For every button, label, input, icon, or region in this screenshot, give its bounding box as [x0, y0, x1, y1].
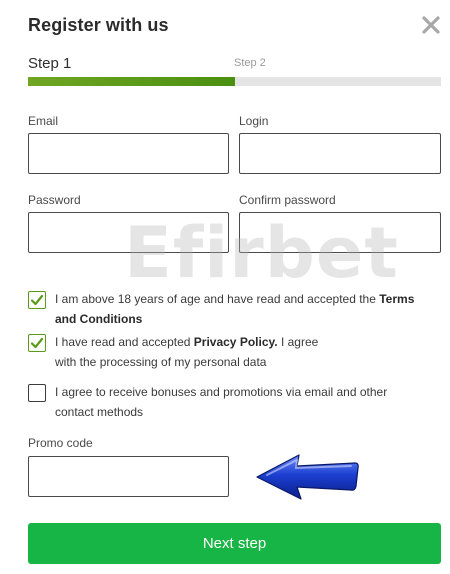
checkmark-icon	[30, 294, 44, 306]
close-icon[interactable]	[420, 14, 442, 36]
privacy-checkbox[interactable]	[28, 334, 46, 352]
modal-title: Register with us	[28, 15, 169, 35]
login-field[interactable]	[239, 133, 441, 174]
email-field[interactable]	[28, 133, 229, 174]
confirm-password-field[interactable]	[239, 212, 441, 253]
promo-code-field[interactable]	[28, 456, 229, 497]
step-1-label: Step 1	[28, 55, 72, 72]
confirm-password-label: Confirm password	[239, 193, 336, 207]
email-label: Email	[28, 114, 59, 128]
password-label: Password	[28, 193, 81, 207]
next-step-button[interactable]: Next step	[28, 523, 441, 564]
step-2-label: Step 2	[234, 57, 266, 69]
progress-fill	[28, 77, 235, 86]
age-terms-text: I am above 18 years of age and have read…	[55, 289, 425, 329]
age-terms-checkbox[interactable]	[28, 291, 46, 309]
password-field[interactable]	[28, 212, 229, 253]
progress-bar	[28, 77, 441, 86]
promotions-text: I agree to receive bonuses and promotion…	[55, 385, 388, 419]
checkmark-icon	[30, 337, 44, 349]
privacy-text-before: I have read and accepted	[55, 335, 194, 349]
privacy-policy-link[interactable]: Privacy Policy.	[194, 335, 278, 349]
promotions-checkbox[interactable]	[28, 384, 46, 402]
privacy-text: I have read and accepted Privacy Policy.…	[55, 332, 330, 372]
login-label: Login	[239, 114, 269, 128]
age-terms-text-before: I am above 18 years of age and have read…	[55, 292, 380, 306]
promo-code-label: Promo code	[28, 436, 93, 450]
left-arrow-icon	[255, 452, 361, 507]
